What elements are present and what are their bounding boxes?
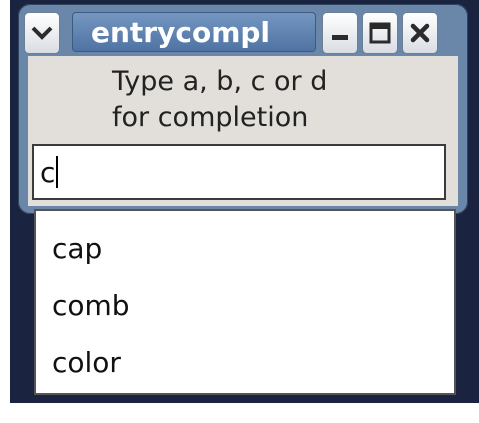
maximize-icon <box>369 22 391 44</box>
close-icon <box>410 23 430 43</box>
window-menu-button[interactable] <box>24 12 60 54</box>
minimize-button[interactable] <box>322 12 358 54</box>
completion-entry[interactable]: c <box>32 144 446 200</box>
minimize-icon <box>332 35 348 40</box>
window-client-area: Type a, b, c or d for completion c <box>28 56 458 206</box>
close-button[interactable] <box>402 12 438 54</box>
text-cursor <box>56 156 59 188</box>
completion-item[interactable]: cap <box>52 221 102 277</box>
completion-item[interactable]: color <box>52 335 121 391</box>
window-title: entrycompl <box>91 15 271 49</box>
chevron-down-icon <box>31 26 53 40</box>
entry-text: c <box>40 155 56 189</box>
window-title-bar[interactable]: entrycompl <box>72 12 316 52</box>
instruction-label: Type a, b, c or d for completion <box>112 66 328 133</box>
completion-item[interactable]: comb <box>52 278 130 334</box>
app-window: entrycompl Type a, b, c or d for complet… <box>18 4 468 214</box>
maximize-button[interactable] <box>362 12 398 54</box>
titlebar: entrycompl <box>22 8 464 56</box>
completion-popup: cap comb color <box>34 209 456 395</box>
bottom-margin <box>0 403 479 423</box>
